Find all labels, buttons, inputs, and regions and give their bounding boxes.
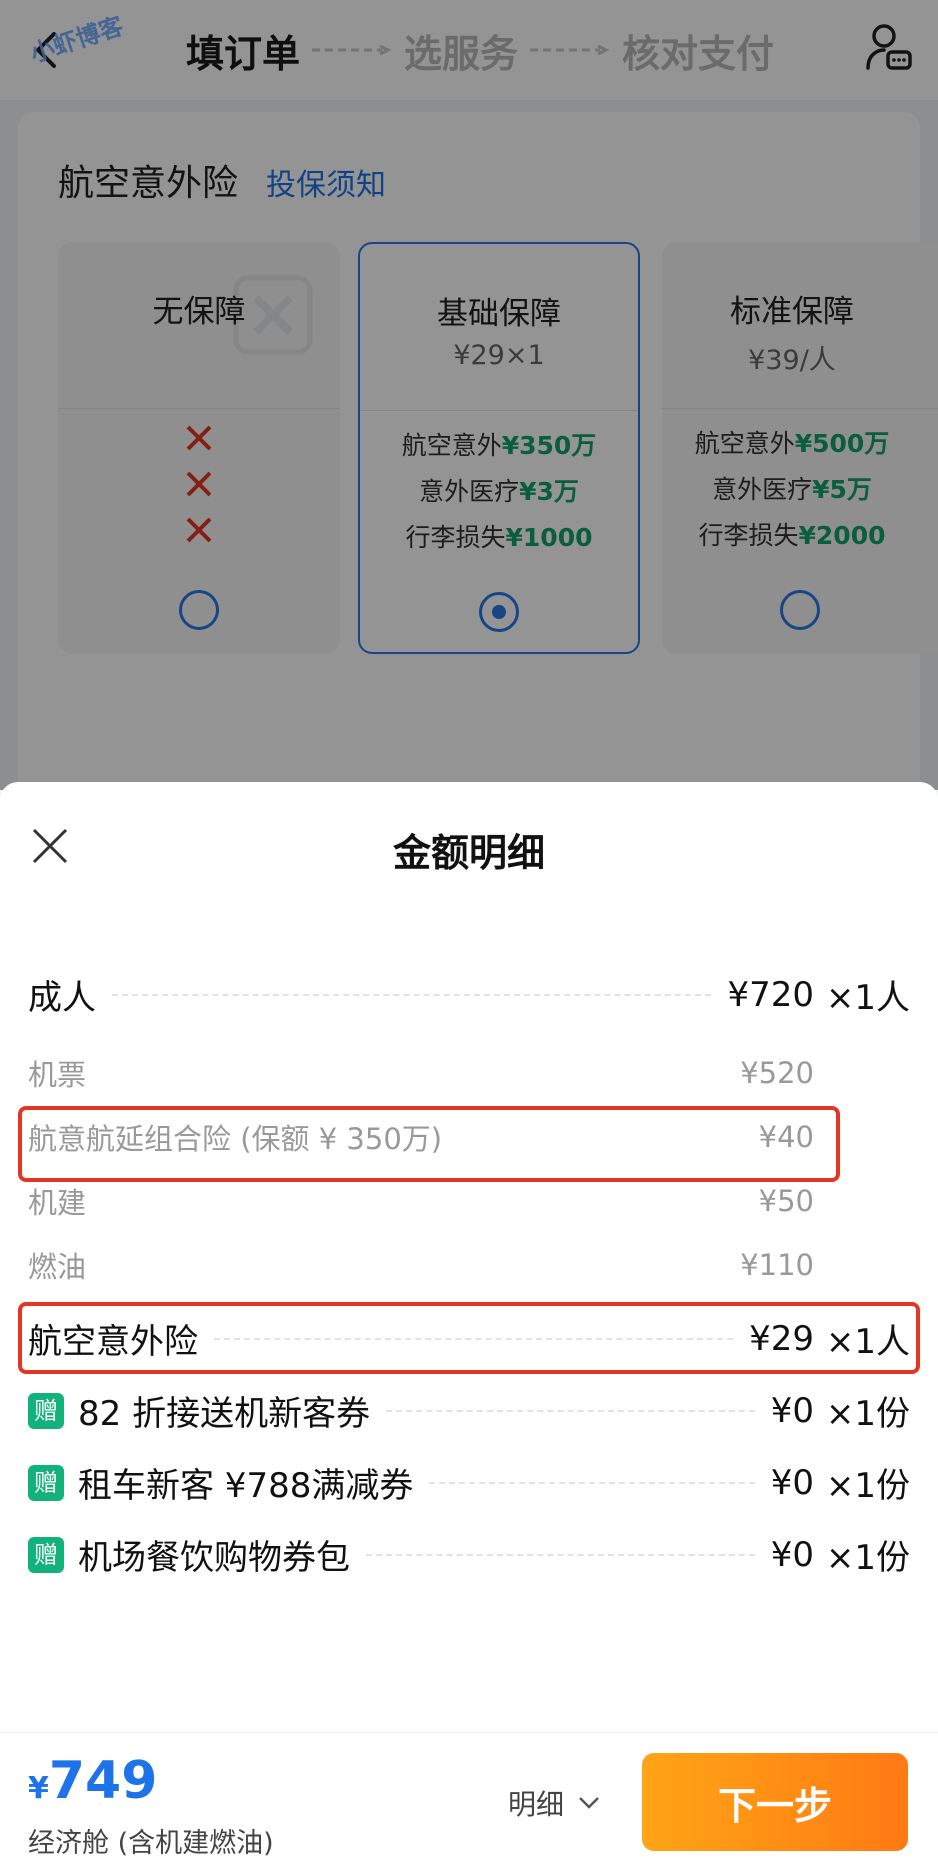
row-label: 成人 [28,978,96,1018]
row-label: 机场餐饮购物券包 [78,1538,350,1578]
row-price: ¥720 [727,974,814,1015]
row-price: ¥0 [770,1462,814,1503]
row-quantity: ×1人 [825,978,910,1018]
next-step-button[interactable]: 下一步 [642,1753,908,1851]
breakdown-row-airport-fee: 机建 ¥50 [28,1180,910,1222]
highlight-box [18,1106,840,1182]
row-price: ¥0 [770,1534,814,1575]
gift-badge-icon: 赠 [28,1464,64,1501]
row-label: 机票 [28,1058,87,1092]
bottom-bar: ¥ 749 经济舱 (含机建燃油) 明细 下一步 [0,1732,938,1865]
currency-symbol: ¥ [28,1771,49,1806]
row-price: ¥110 [740,1248,814,1282]
gift-badge-icon: 赠 [28,1392,64,1429]
gift-badge-icon: 赠 [28,1536,64,1573]
sheet-title: 金额明细 [392,831,545,875]
highlight-box [18,1302,920,1374]
breakdown-row-ticket: 机票 ¥520 [28,1052,910,1094]
total-price: ¥ 749 [28,1751,157,1811]
adult-fare-row: 成人 ¥720 ×1人 [28,970,910,1019]
price-detail-sheet: 金额明细 成人 ¥720 ×1人 机票 ¥520 航意航延组合险 (保额 ¥ 3… [0,782,938,1732]
detail-toggle[interactable]: 明细 [508,1783,600,1823]
row-price: ¥50 [758,1184,814,1218]
row-label: 82 折接送机新客券 [78,1394,371,1434]
fare-note: 经济舱 (含机建燃油) [28,1828,274,1859]
chevron-down-icon [579,1797,599,1809]
row-price: ¥520 [740,1056,814,1090]
row-quantity: ×1份 [825,1394,910,1434]
breakdown-row-fuel: 燃油 ¥110 [28,1244,910,1286]
row-quantity: ×1份 [825,1538,910,1578]
row-label: 租车新客 ¥788满减券 [78,1466,414,1506]
gift-row: 赠 租车新客 ¥788满减券 ¥0 ×1份 [28,1458,910,1507]
total-amount: 749 [48,1751,158,1811]
row-label: 燃油 [28,1250,87,1284]
gift-row: 赠 机场餐饮购物券包 ¥0 ×1份 [28,1530,910,1579]
detail-label: 明细 [508,1788,565,1821]
gift-row: 赠 82 折接送机新客券 ¥0 ×1份 [28,1386,910,1435]
row-label: 机建 [28,1186,87,1220]
row-quantity: ×1份 [825,1466,910,1506]
row-price: ¥0 [770,1390,814,1431]
modal-overlay[interactable] [0,0,938,790]
